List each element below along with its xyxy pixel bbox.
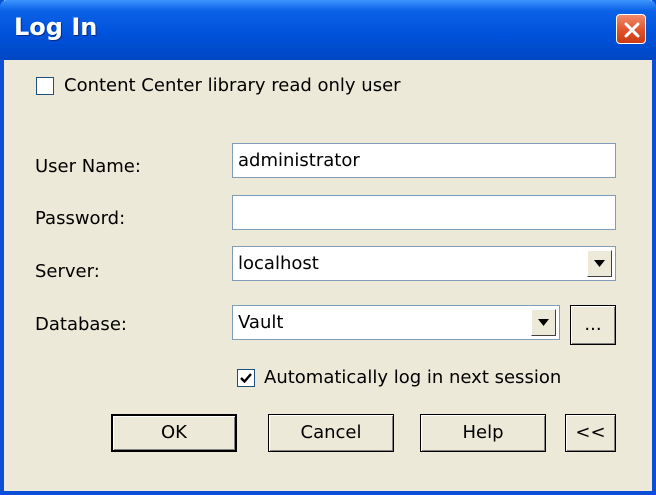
login-dialog: Log In Content Center library read only … <box>0 0 656 495</box>
database-value: Vault <box>238 312 284 333</box>
content-center-label: Content Center library read only user <box>64 75 401 96</box>
password-label: Password: <box>35 208 126 229</box>
close-button[interactable] <box>616 14 646 44</box>
ok-button[interactable]: OK <box>111 414 237 452</box>
server-label: Server: <box>35 261 100 282</box>
cancel-button[interactable]: Cancel <box>268 414 394 452</box>
username-label: User Name: <box>35 156 141 177</box>
content-center-checkbox[interactable] <box>36 77 54 95</box>
server-select[interactable]: localhost <box>232 246 616 281</box>
window-title: Log In <box>14 13 98 41</box>
database-label: Database: <box>35 314 127 335</box>
server-value: localhost <box>238 253 319 274</box>
password-field[interactable] <box>232 195 616 230</box>
title-bar[interactable]: Log In <box>0 0 656 60</box>
checkmark-icon <box>240 373 252 384</box>
auto-login-checkbox[interactable] <box>237 369 255 387</box>
collapse-button[interactable]: << <box>565 414 616 452</box>
server-dropdown-button[interactable] <box>587 250 612 277</box>
help-button[interactable]: Help <box>420 414 546 452</box>
browse-button[interactable]: ... <box>570 305 616 345</box>
database-select[interactable]: Vault <box>232 305 560 340</box>
auto-login-label: Automatically log in next session <box>264 367 562 388</box>
close-icon <box>624 22 640 38</box>
chevron-down-icon <box>594 260 605 267</box>
username-field[interactable]: administrator <box>232 143 616 178</box>
database-dropdown-button[interactable] <box>531 309 556 336</box>
chevron-down-icon <box>538 319 549 326</box>
